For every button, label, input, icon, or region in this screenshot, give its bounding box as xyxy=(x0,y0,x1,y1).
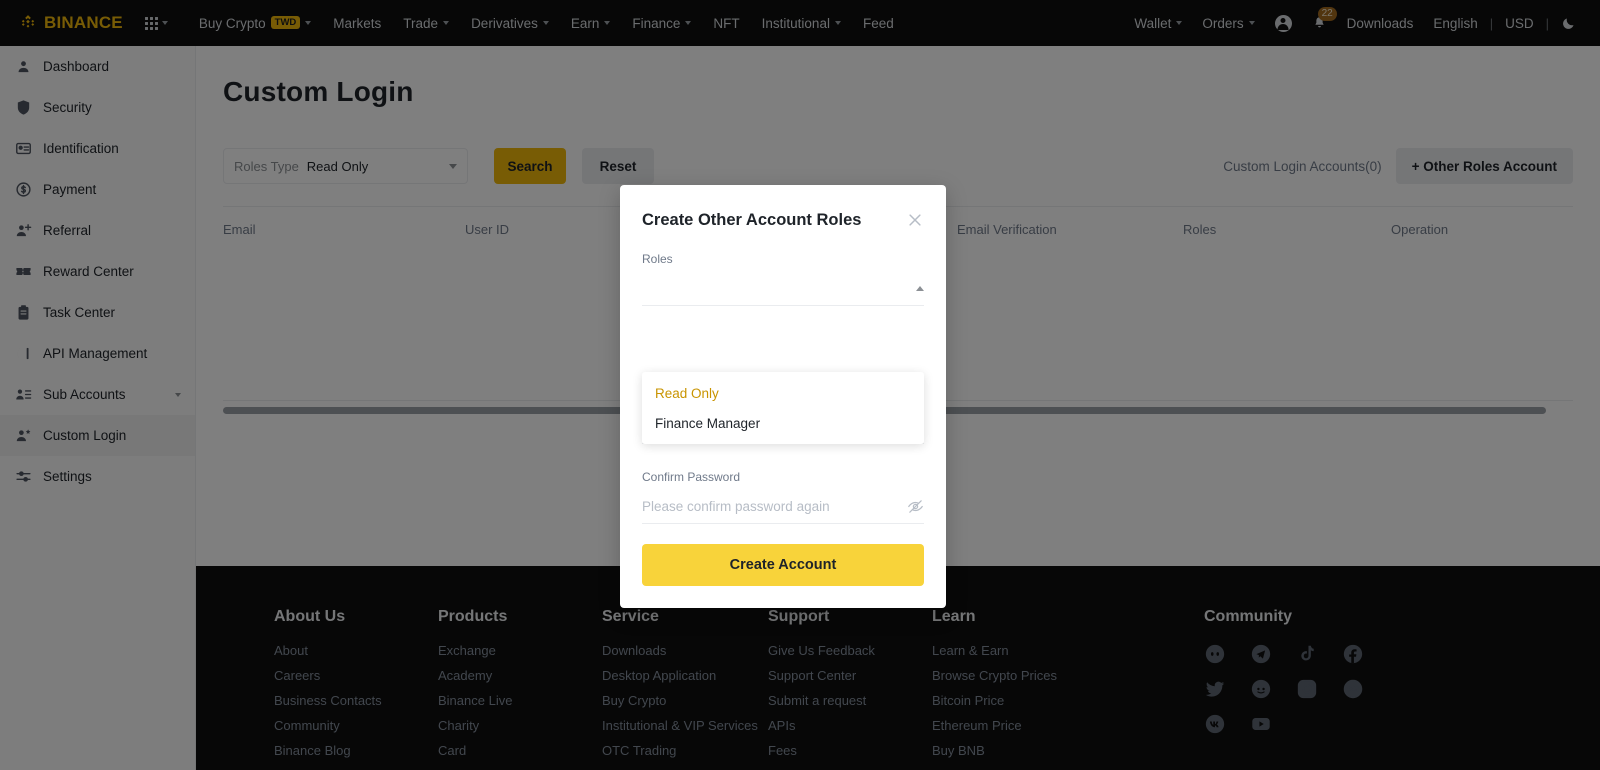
create-account-button[interactable]: Create Account xyxy=(642,544,924,586)
confirm-password-input[interactable] xyxy=(642,490,907,523)
dialog-title: Create Other Account Roles xyxy=(642,211,862,229)
confirm-password-field[interactable] xyxy=(642,490,924,524)
dialog-body: Roles Read Only Finance Manager Password xyxy=(620,252,946,524)
eye-off-icon[interactable] xyxy=(907,498,924,515)
roles-select-input[interactable] xyxy=(642,272,916,305)
dialog-header: Create Other Account Roles xyxy=(620,185,946,230)
roles-dropdown-menu: Read Only Finance Manager xyxy=(642,372,924,444)
confirm-password-field-label: Confirm Password xyxy=(642,470,741,484)
roles-option-finance-manager[interactable]: Finance Manager xyxy=(642,408,924,438)
close-icon[interactable] xyxy=(906,211,924,229)
roles-option-read-only[interactable]: Read Only xyxy=(642,378,924,408)
chevron-up-icon xyxy=(916,286,924,291)
page-root: BINANCE Buy Crypto TWD Markets Trade Der… xyxy=(0,0,1600,770)
create-other-account-roles-dialog: Create Other Account Roles Roles Read On… xyxy=(620,185,946,608)
roles-field-label: Roles xyxy=(642,252,673,266)
roles-select-field[interactable] xyxy=(642,272,924,306)
